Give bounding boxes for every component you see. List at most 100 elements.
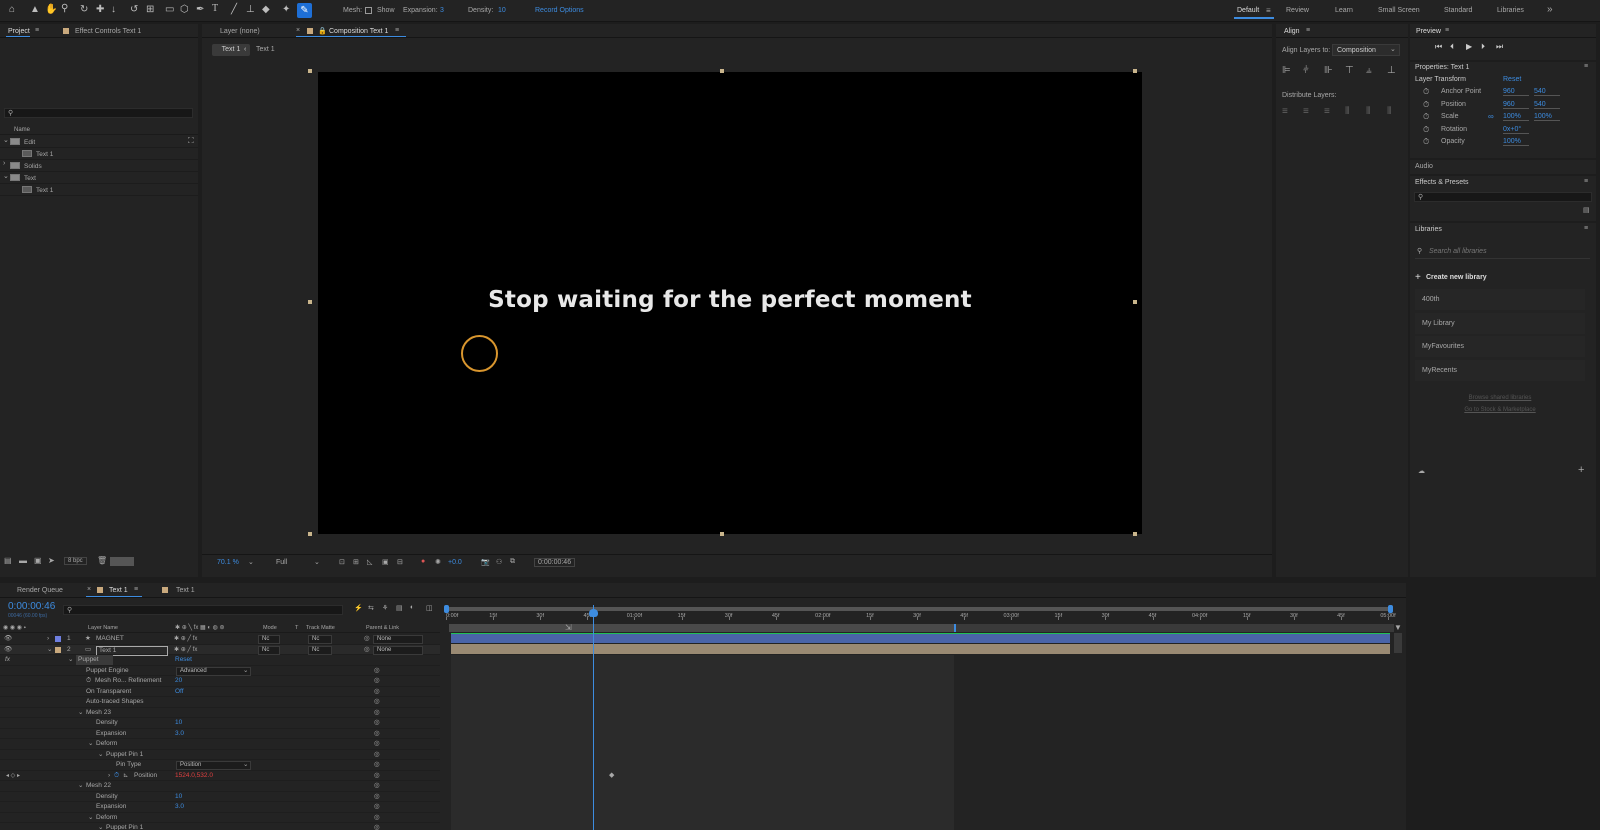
- expand-arrow-icon[interactable]: ›: [47, 634, 49, 644]
- rectangle-tool-icon[interactable]: ▭: [165, 4, 174, 15]
- eye-icon[interactable]: 👁: [4, 645, 12, 655]
- rotate-tool-icon[interactable]: ↺: [130, 4, 138, 15]
- tab-timeline-text1[interactable]: Text 1: [109, 587, 128, 594]
- align-vcenter-icon[interactable]: ⫨: [1366, 65, 1372, 76]
- pickwhip-icon[interactable]: ◎: [364, 634, 370, 644]
- chevron-right-icon[interactable]: ›: [108, 771, 110, 781]
- property-row[interactable]: ⌄ Puppet Pin 1 ◎: [0, 750, 440, 760]
- transform-value[interactable]: 540: [1534, 88, 1560, 96]
- align-left-icon[interactable]: ⊫: [1282, 65, 1291, 76]
- library-item[interactable]: My Library: [1415, 312, 1585, 334]
- expression-pickwhip-icon[interactable]: ◎: [374, 729, 380, 739]
- property-row[interactable]: Auto-traced Shapes ◎: [0, 697, 440, 708]
- property-row[interactable]: ⏱ Mesh Ro... Refinement 20 ◎: [0, 676, 440, 687]
- lock-icon[interactable]: 🔒: [318, 27, 327, 35]
- mode-dropdown[interactable]: Nc: [258, 635, 280, 644]
- property-value[interactable]: 10: [175, 718, 182, 728]
- eraser-tool-icon[interactable]: ◆: [262, 4, 270, 15]
- current-time-head[interactable]: [589, 609, 598, 617]
- chevron-down-icon[interactable]: ⌄: [98, 750, 103, 760]
- property-dropdown[interactable]: Advanced: [176, 666, 251, 676]
- property-value[interactable]: 3.0: [175, 802, 184, 812]
- breadcrumb-item-2[interactable]: Text 1: [256, 46, 275, 53]
- expression-pickwhip-icon[interactable]: ◎: [374, 687, 380, 697]
- project-search-input[interactable]: ⚲: [4, 108, 193, 118]
- zoom-dropdown[interactable]: 70.1 %: [217, 559, 239, 566]
- show-snapshot-icon[interactable]: ⚇: [496, 558, 502, 566]
- navigator-bar[interactable]: ⇲: [449, 623, 1394, 632]
- pan-behind-tool-icon[interactable]: ⊞: [146, 4, 154, 15]
- graph-editor-icon[interactable]: ◫: [426, 604, 433, 612]
- browse-shared-libraries-link[interactable]: Browse shared libraries: [1410, 395, 1590, 401]
- property-row[interactable]: › ◂ ◇ ▸ ⏱ ⊾ Position 1524.0,532.0 ◎: [0, 771, 440, 781]
- transform-value[interactable]: 100%: [1534, 113, 1560, 121]
- property-row[interactable]: fx ⌄ Puppet Reset: [0, 655, 440, 666]
- property-row[interactable]: Density 10 ◎: [0, 718, 440, 729]
- stopwatch-icon[interactable]: ⏱: [1423, 87, 1429, 97]
- project-menu-icon[interactable]: ≡: [35, 27, 39, 34]
- transform-value[interactable]: 960: [1503, 101, 1529, 109]
- hand-tool-icon[interactable]: ✋: [45, 4, 57, 15]
- track-matte-dropdown[interactable]: Nc: [308, 635, 332, 644]
- column-t[interactable]: T: [295, 625, 298, 631]
- expression-pickwhip-icon[interactable]: ◎: [374, 708, 380, 718]
- canvas-handle[interactable]: [720, 532, 724, 536]
- puppet-pin-circle[interactable]: [461, 335, 498, 372]
- tab-project[interactable]: Project: [8, 28, 30, 35]
- transform-value[interactable]: 540: [1534, 101, 1560, 109]
- new-bin-icon[interactable]: ▤: [1583, 206, 1590, 214]
- property-value[interactable]: 20: [175, 676, 182, 686]
- chevron-down-icon[interactable]: ⌄: [314, 558, 320, 566]
- first-frame-icon[interactable]: ⏮: [1435, 42, 1442, 52]
- canvas-handle[interactable]: [1133, 532, 1137, 536]
- keyframe-nav-icons[interactable]: ◂ ◇ ▸: [6, 771, 20, 781]
- project-item[interactable]: Text 1: [0, 185, 198, 196]
- transform-value[interactable]: 100%: [1503, 138, 1529, 146]
- zoom-tool-icon[interactable]: ⚲: [61, 3, 68, 14]
- color-swatch[interactable]: [110, 557, 134, 566]
- grid-icon[interactable]: ⊟: [397, 558, 403, 566]
- work-area-bar[interactable]: [446, 607, 1392, 611]
- render-icon[interactable]: ➤: [48, 556, 55, 565]
- brush-tool-icon[interactable]: ╱: [231, 4, 237, 15]
- chevron-down-icon[interactable]: ⌄: [88, 739, 93, 749]
- add-element-icon[interactable]: +: [1578, 464, 1584, 476]
- align-hcenter-icon[interactable]: ⫩: [1303, 65, 1309, 76]
- layer-row[interactable]: 👁 ⌄ 2 ▭ Text 1 ✱ ⊕ ╱ fx Nc Nc ◎ None: [0, 644, 440, 656]
- expression-pickwhip-icon[interactable]: ◎: [374, 781, 380, 791]
- transform-value[interactable]: 960: [1503, 88, 1529, 96]
- timeline-scrollbar[interactable]: [1394, 633, 1402, 653]
- type-tool-icon[interactable]: T: [212, 3, 218, 14]
- expression-pickwhip-icon[interactable]: ◎: [374, 760, 380, 770]
- headline-text[interactable]: Stop waiting for the perfect moment: [318, 287, 1142, 313]
- layer-switches[interactable]: ✱ ⊕ ╱ fx: [174, 645, 197, 655]
- column-layer-name[interactable]: Layer Name: [88, 625, 118, 631]
- align-top-icon[interactable]: ⊤: [1345, 65, 1354, 76]
- last-frame-icon[interactable]: ⏭: [1496, 42, 1503, 52]
- tab-render-queue[interactable]: Render Queue: [17, 587, 63, 594]
- column-name[interactable]: Name: [14, 127, 30, 133]
- workspace-small-screen[interactable]: Small Screen: [1378, 7, 1420, 14]
- transparency-grid-icon[interactable]: ⊞: [353, 558, 359, 566]
- resolution-dropdown[interactable]: Full: [276, 559, 287, 566]
- roto-brush-icon[interactable]: ✦: [282, 4, 290, 15]
- preview-title[interactable]: Preview: [1416, 28, 1441, 35]
- timeline-timecode[interactable]: 0:00:00:46: [8, 601, 55, 612]
- property-row[interactable]: Puppet Engine Advanced ⌄ ◎: [0, 666, 440, 676]
- layer-name[interactable]: MAGNET: [96, 634, 124, 644]
- canvas-handle[interactable]: [308, 69, 312, 73]
- comp-tab-menu-icon[interactable]: ≡: [395, 27, 399, 34]
- transform-value[interactable]: 100%: [1503, 113, 1529, 121]
- graph-icon[interactable]: ⊾: [123, 771, 128, 781]
- pen-tool-icon[interactable]: ✒: [196, 4, 204, 15]
- distribute-right-icon[interactable]: ⦀: [1387, 106, 1391, 117]
- selection-tool-icon[interactable]: ▲: [30, 4, 40, 15]
- expression-pickwhip-icon[interactable]: ◎: [374, 697, 380, 707]
- property-row[interactable]: ⌄ Mesh 22 ◎: [0, 781, 440, 792]
- orbit-tool-icon[interactable]: ↻: [80, 4, 88, 15]
- workspace-standard[interactable]: Standard: [1444, 7, 1472, 14]
- property-row[interactable]: Expansion 3.0 ◎: [0, 802, 440, 813]
- canvas-handle[interactable]: [308, 532, 312, 536]
- mask-visibility-icon[interactable]: ◺: [367, 558, 372, 566]
- home-icon[interactable]: ⌂: [9, 4, 15, 15]
